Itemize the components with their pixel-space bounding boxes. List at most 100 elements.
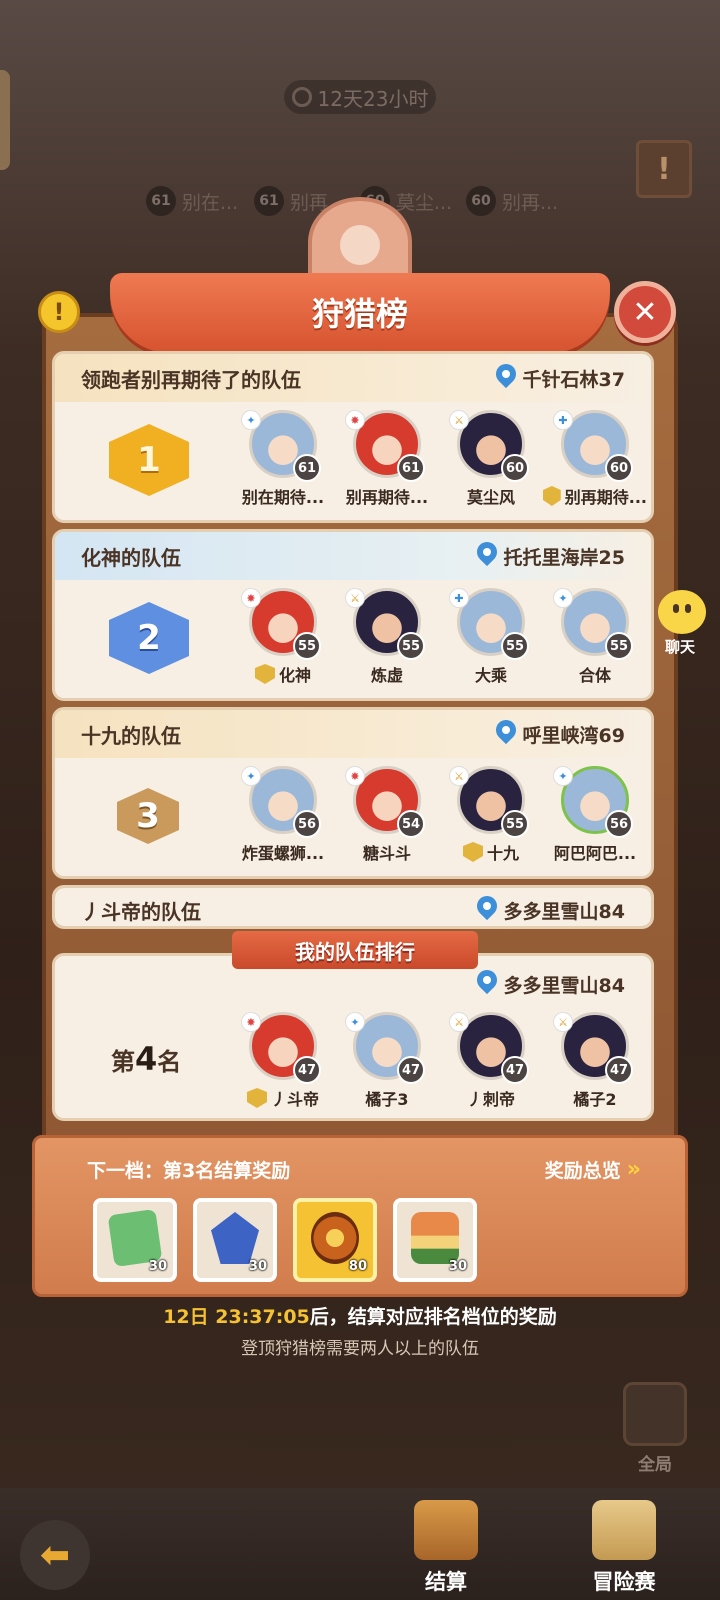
member-avatar[interactable]: ✦ 55 合体	[543, 588, 647, 686]
member-avatar[interactable]: ✚ 60 别再期待...	[543, 410, 647, 508]
rank-3-medal-icon: 3	[117, 788, 179, 844]
team-location: 多多里雪山84	[476, 896, 625, 924]
member-avatar[interactable]: ✦ 56 炸蛋螺狮...	[231, 766, 335, 864]
member-level: 55	[501, 810, 529, 838]
rank-number: 4	[135, 1040, 158, 1078]
member-level: 55	[293, 632, 321, 660]
reward-item[interactable]: 80	[293, 1198, 377, 1282]
team-card-rank-2[interactable]: 化神的队伍 托托里海岸25 2 ✸ 55 化神 ⚔ 55 炼虚 ✚ 55 大乘 …	[52, 529, 654, 701]
chat-emoji-icon	[658, 590, 706, 634]
team-card-rank-3[interactable]: 十九的队伍 呼里峡湾69 3 ✦ 56 炸蛋螺狮... ✸ 54 糖斗斗 ⚔ 5…	[52, 707, 654, 879]
treasure-chest-icon	[414, 1500, 478, 1560]
member-name: 十九	[486, 844, 519, 863]
season-timer: 12天23小时	[284, 80, 436, 114]
team-name: 化神的队伍	[81, 545, 181, 570]
adventure-map-icon	[592, 1500, 656, 1560]
reward-item[interactable]: 30	[393, 1198, 477, 1282]
reward-panel: 下一档：第3名结算奖励 奖励总览 » 30 30 80 30	[32, 1135, 688, 1297]
member-name: 别再期待...	[564, 488, 647, 507]
member-level: 60	[605, 454, 633, 482]
reward-count: 30	[248, 1259, 267, 1274]
member-avatar[interactable]: ✸ 54 糖斗斗	[335, 766, 439, 864]
rank-2-medal-icon: 2	[109, 602, 189, 674]
back-arrow-icon: ⬅	[39, 1534, 71, 1576]
top-rank-1: 61 别在...	[146, 186, 238, 216]
member-avatar[interactable]: ✦ 61 别在期待...	[231, 410, 335, 508]
location-pin-icon	[476, 896, 498, 924]
team-card-rank-1[interactable]: 领跑者别再期待了的队伍 千针石林37 1 ✦ 61 别在期待... ✸ 61 别…	[52, 351, 654, 523]
season-timer-text: 12天23小时	[317, 86, 429, 111]
tab-adventure-race[interactable]: 冒险赛	[564, 1500, 684, 1596]
member-avatar[interactable]: ⚔ 55 十九	[439, 766, 543, 864]
member-name: 糖斗斗	[362, 844, 411, 863]
member-avatar[interactable]: ✸ 47 丿斗帝	[231, 1012, 335, 1110]
member-avatar[interactable]: ✦ 56 阿巴阿巴...	[543, 766, 647, 864]
member-avatar[interactable]: ✸ 55 化神	[231, 588, 335, 686]
member-level: 55	[501, 632, 529, 660]
member-name: 丿斗帝	[270, 1090, 319, 1109]
member-avatar[interactable]: ⚔ 60 莫尘风	[439, 410, 543, 508]
team-card-rank-4[interactable]: 丿斗帝的队伍 多多里雪山84	[52, 885, 654, 929]
member-level: 47	[397, 1056, 425, 1084]
team-name: 十九的队伍	[81, 723, 181, 748]
captain-badge-icon	[543, 486, 561, 506]
mage-class-icon: ✦	[553, 588, 573, 608]
member-avatar[interactable]: ⚔ 47 橘子2	[543, 1012, 647, 1110]
global-view-button[interactable]: 全局	[620, 1382, 690, 1475]
reward-overview-link[interactable]: 奖励总览 »	[545, 1156, 641, 1183]
top-rank-level: 60	[466, 186, 496, 216]
captain-badge-icon	[246, 1088, 267, 1108]
tab-settlement[interactable]: 结算	[386, 1500, 506, 1596]
member-name: 橘子3	[365, 1090, 409, 1109]
member-level: 61	[397, 454, 425, 482]
ranking-hint: 登顶狩猎榜需要两人以上的队伍	[241, 1339, 479, 1359]
reward-item[interactable]: 30	[93, 1198, 177, 1282]
healer-class-icon: ✚	[449, 588, 469, 608]
info-button[interactable]: !	[38, 291, 80, 333]
my-team-card[interactable]: 多多里雪山84 第4名 ✸ 47 丿斗帝 ✦ 47 橘子3 ⚔ 47 丿刺帝 ⚔…	[52, 953, 654, 1121]
member-avatar[interactable]: ✸ 61 别再期待...	[335, 410, 439, 508]
member-avatar[interactable]: ✚ 55 大乘	[439, 588, 543, 686]
warrior-class-icon: ✸	[241, 1012, 261, 1032]
member-avatar[interactable]: ⚔ 47 丿刺帝	[439, 1012, 543, 1110]
member-avatar[interactable]: ⚔ 55 炼虚	[335, 588, 439, 686]
warrior-class-icon: ✸	[241, 588, 261, 608]
healer-class-icon: ✚	[553, 410, 573, 430]
clock-icon	[291, 87, 312, 107]
team-location: 千针石林37	[495, 364, 625, 392]
member-name: 阿巴阿巴...	[553, 844, 637, 863]
location-pin-icon	[495, 364, 517, 392]
reward-item[interactable]: 30	[193, 1198, 277, 1282]
team-location: 托托里海岸25	[476, 542, 625, 570]
captain-badge-icon	[462, 842, 483, 862]
top-rank-name: 别再...	[502, 191, 559, 214]
quest-scroll-icon[interactable]: !	[636, 140, 692, 198]
chat-label: 聊天	[664, 638, 695, 656]
close-button[interactable]: ✕	[614, 281, 676, 343]
team-location-text: 多多里雪山84	[503, 900, 625, 923]
mage-class-icon: ✦	[241, 410, 261, 430]
member-name-with-captain: 十九	[439, 840, 543, 864]
blue-crystal-icon	[211, 1212, 259, 1264]
settlement-notice: 12日 23:37:05后，结算对应排名档位的奖励	[0, 1302, 720, 1329]
member-name: 丿刺帝	[466, 1090, 515, 1109]
back-button[interactable]: ⬅	[20, 1520, 90, 1590]
chat-button[interactable]: 聊天	[650, 590, 710, 656]
crown-gem	[340, 225, 380, 265]
team-name: 丿斗帝的队伍	[81, 899, 201, 924]
member-level: 55	[605, 632, 633, 660]
member-name: 别再期待...	[345, 488, 429, 507]
hunting-board-panel: 狩猎榜 ! ✕ 领跑者别再期待了的队伍 千针石林37 1 ✦ 61 别在期待..…	[20, 197, 700, 1315]
member-avatar[interactable]: ✦ 47 橘子3	[335, 1012, 439, 1110]
reward-count: 30	[448, 1259, 467, 1274]
assassin-class-icon: ⚔	[449, 766, 469, 786]
assassin-class-icon: ⚔	[345, 588, 365, 608]
top-rank-4: 60 别再...	[466, 186, 558, 216]
settlement-time: 12日 23:37:05	[163, 1306, 310, 1328]
mage-class-icon: ✦	[345, 1012, 365, 1032]
member-level: 56	[293, 810, 321, 838]
member-name-with-captain: 化神	[231, 662, 335, 686]
team-card-header: 十九的队伍 呼里峡湾69	[55, 710, 651, 758]
fire-egg-icon	[311, 1212, 359, 1264]
team-card-header: 化神的队伍 托托里海岸25	[55, 532, 651, 580]
